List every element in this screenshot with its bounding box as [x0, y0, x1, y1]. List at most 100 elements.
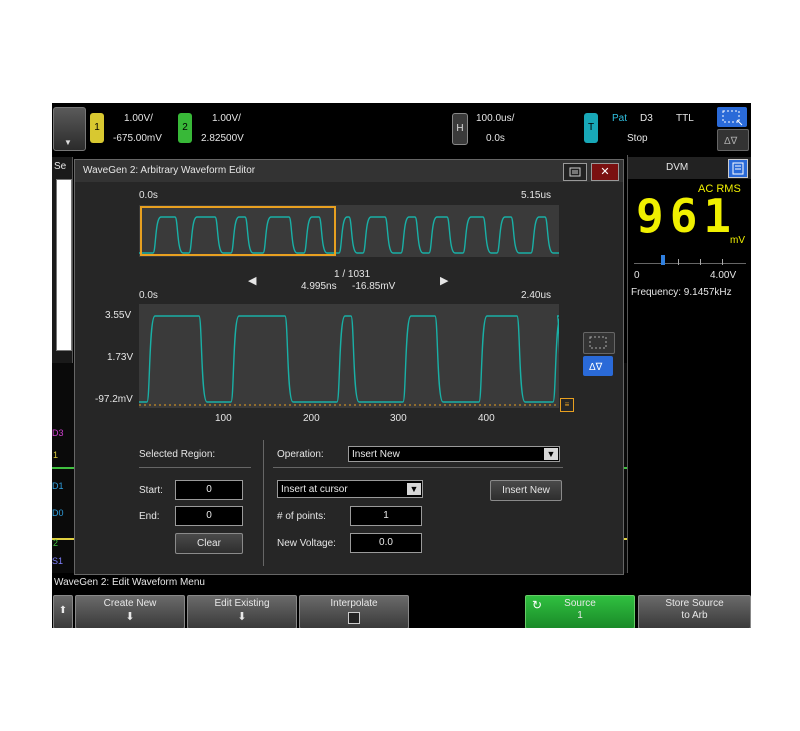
store-source-label: Store Source	[665, 598, 724, 609]
waveform-trace	[139, 315, 566, 403]
dvm-scale-max: 4.00V	[710, 270, 737, 281]
channel2-number: 2	[182, 122, 188, 133]
cursor-marker-icon[interactable]: ≡	[560, 398, 574, 412]
dvm-menu-icon[interactable]	[728, 159, 748, 178]
dvm-title: DVM	[666, 162, 689, 173]
end-label: End:	[139, 511, 160, 522]
back-button[interactable]: ⬆	[53, 595, 73, 628]
channel1-offset[interactable]: -675.00mV	[113, 133, 162, 144]
points-label: # of points:	[277, 511, 326, 522]
trigger-state: Stop	[627, 133, 648, 144]
dvm-unit: mV	[730, 235, 745, 246]
nav-point-voltage: -16.85mV	[352, 281, 396, 292]
interpolate-label: Interpolate	[330, 598, 378, 609]
vertical-divider	[263, 440, 264, 566]
start-value-field[interactable]: 0	[175, 480, 243, 500]
operation-divider	[273, 467, 563, 468]
delta-tool-icon[interactable]: Δ∇	[583, 356, 613, 376]
softkey-menu-title: WaveGen 2: Edit Waveform Menu	[54, 577, 205, 588]
channel1-scale[interactable]: 1.00V/	[124, 113, 153, 124]
dvm-scale-min: 0	[634, 270, 640, 281]
left-panel-table	[56, 179, 72, 351]
horizontal-badge[interactable]: H	[452, 113, 468, 145]
trigger-source[interactable]: D3	[640, 113, 653, 124]
new-voltage-field[interactable]: 0.0	[350, 533, 422, 553]
nav-point-index: 1 / 1031	[334, 269, 371, 280]
top-status-bar: ▼ 1 1.00V/ -675.00mV 2 1.00V/ 2.82500V H…	[52, 103, 751, 155]
channel2-scale[interactable]: 1.00V/	[212, 113, 241, 124]
chevron-down-icon: ▼	[544, 448, 558, 460]
main-menu-button[interactable]: ▼	[53, 107, 86, 151]
dvm-scale-indicator	[661, 255, 665, 265]
close-icon[interactable]: ✕	[591, 163, 619, 181]
overview-waveform[interactable]	[139, 205, 559, 257]
insert-mode-dropdown[interactable]: Insert at cursor ▼	[277, 480, 423, 498]
left-panel-label: Se	[54, 161, 67, 172]
store-to-label: to Arb	[681, 610, 708, 621]
previous-point-arrow[interactable]: ◀	[248, 274, 256, 287]
dvm-reading: 961	[636, 189, 738, 243]
source-softkey[interactable]: ↻ Source 1	[525, 595, 635, 628]
zoom-y-mid: 1.73V	[107, 352, 134, 363]
operation-dropdown[interactable]: Insert New ▼	[348, 446, 560, 462]
new-voltage-label: New Voltage:	[277, 538, 336, 549]
create-new-label: Create New	[103, 598, 157, 609]
interpolate-softkey[interactable]: Interpolate	[299, 595, 409, 628]
clear-button[interactable]: Clear	[175, 533, 243, 554]
delta-cursor-icon[interactable]: Δ∇	[717, 129, 749, 151]
source-value: 1	[577, 610, 583, 621]
zoom-x-tick-100: 100	[215, 413, 232, 424]
chevron-down-icon: ▼	[64, 138, 72, 147]
next-point-arrow[interactable]: ▶	[440, 274, 448, 287]
zoom-y-min: -97.2mV	[95, 394, 133, 405]
zoom-y-max: 3.55V	[105, 310, 132, 321]
dialog-menu-icon[interactable]	[563, 163, 587, 181]
digital-label-s1: S1	[52, 556, 64, 566]
trigger-mode[interactable]: Pat	[612, 113, 627, 124]
arrow-down-icon: ⬇	[125, 611, 135, 623]
digital-label-ch1: 1	[53, 450, 59, 460]
store-source-softkey[interactable]: Store Source to Arb	[638, 595, 751, 628]
zoom-end-time: 2.40us	[521, 290, 552, 301]
horizontal-badge-label: H	[456, 123, 464, 134]
arrow-up-icon: ⬆	[58, 605, 68, 616]
trigger-badge[interactable]: T	[584, 113, 598, 143]
dialog-title-bar: WaveGen 2: Arbitrary Waveform Editor ✕	[75, 160, 623, 182]
overview-start-time: 0.0s	[139, 190, 158, 201]
nav-point-time: 4.995ns	[301, 281, 337, 292]
operation-label: Operation:	[277, 449, 324, 460]
digital-label-d1: D1	[52, 481, 64, 491]
dvm-panel: DVM AC RMS 961 mV 0 4.00V Frequency: 9.1…	[627, 155, 751, 573]
operation-dropdown-value: Insert New	[352, 449, 400, 460]
horizontal-delay[interactable]: 0.0s	[486, 133, 505, 144]
svg-text:Δ∇: Δ∇	[589, 362, 603, 373]
trigger-level[interactable]: TTL	[676, 113, 694, 124]
zoom-select-icon[interactable]	[717, 107, 747, 127]
edit-existing-softkey[interactable]: Edit Existing ⬇	[187, 595, 297, 628]
channel2-offset[interactable]: 2.82500V	[201, 133, 244, 144]
channel2-badge[interactable]: 2	[178, 113, 192, 143]
region-divider	[139, 467, 251, 468]
digital-label-d3: D3	[52, 428, 64, 438]
insert-new-button[interactable]: Insert New	[490, 480, 562, 501]
svg-text:Δ∇: Δ∇	[724, 136, 738, 147]
horizontal-scale[interactable]: 100.0us/	[476, 113, 514, 124]
zoom-start-time: 0.0s	[139, 290, 158, 301]
digital-channel-labels: D3 1 D1 D0 2 S1	[52, 428, 70, 578]
overview-zoom-window[interactable]	[140, 206, 336, 256]
create-new-softkey[interactable]: Create New ⬇	[75, 595, 185, 628]
points-value-field[interactable]: 1	[350, 506, 422, 526]
digital-label-d0: D0	[52, 508, 64, 518]
zoom-select-tool-icon[interactable]	[583, 332, 615, 354]
dvm-frequency: Frequency: 9.1457kHz	[631, 287, 732, 298]
interpolate-checkbox[interactable]	[348, 612, 360, 624]
source-label: Source	[564, 598, 596, 609]
zoom-waveform[interactable]	[139, 304, 566, 408]
dialog-title: WaveGen 2: Arbitrary Waveform Editor	[83, 165, 256, 176]
channel1-badge[interactable]: 1	[90, 113, 104, 143]
zoom-x-tick-300: 300	[390, 413, 407, 424]
dvm-scale	[634, 255, 746, 269]
end-value-field[interactable]: 0	[175, 506, 243, 526]
oscilloscope-screen: ▼ 1 1.00V/ -675.00mV 2 1.00V/ 2.82500V H…	[52, 103, 751, 628]
rotate-knob-icon: ↻	[532, 598, 543, 612]
